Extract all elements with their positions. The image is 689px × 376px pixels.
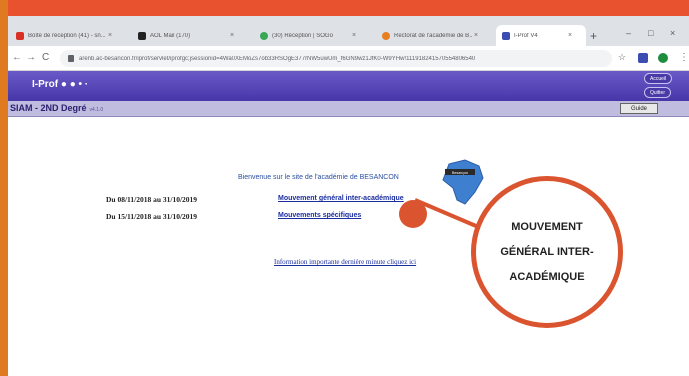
callout-text: MOUVEMENT GÉNÉRAL INTER- ACADÉMIQUE xyxy=(488,215,606,290)
browser-window: Boîte de réception (41) - sn... × AOL Ma… xyxy=(8,16,689,376)
callout-marker-dot xyxy=(399,200,427,228)
callout-line-2: GÉNÉRAL INTER- xyxy=(500,245,594,258)
callout-line-3: ACADÉMIQUE xyxy=(509,270,585,283)
left-accent-stripe xyxy=(0,0,8,376)
callout-line-1: MOUVEMENT xyxy=(511,220,583,233)
callout-bubble: MOUVEMENT GÉNÉRAL INTER- ACADÉMIQUE xyxy=(471,176,623,328)
